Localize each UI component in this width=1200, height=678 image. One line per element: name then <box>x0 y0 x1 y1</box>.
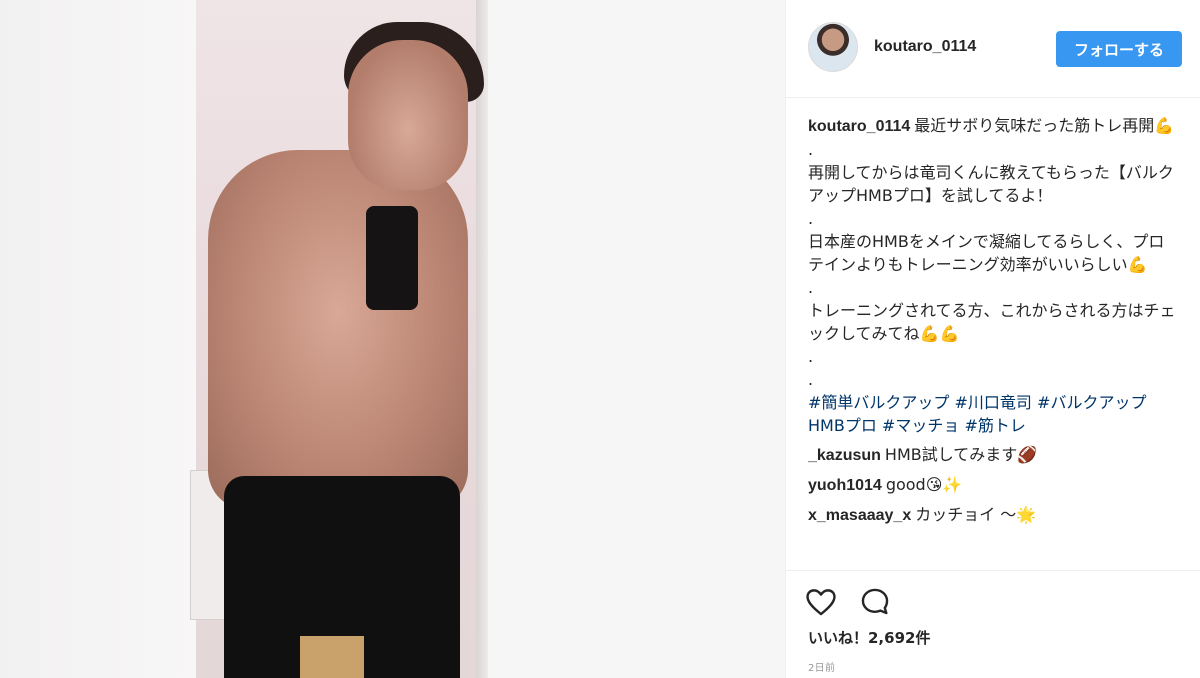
caption-line: 再開してからは竜司くんに教えてもらった【バルクアップHMBプロ】を試してるよ！ <box>808 163 1174 205</box>
caption-username[interactable]: koutaro_0114 <box>808 118 910 135</box>
comment-list[interactable]: koutaro_0114 最近サボり気味だった筋トレ再開💪 . 再開してからは竜司… <box>808 114 1180 570</box>
comment-username[interactable]: _kazusun <box>808 447 881 464</box>
post-side-panel: koutaro_0114 フォローする koutaro_0114 最近サボり気味だ… <box>786 0 1200 678</box>
avatar[interactable] <box>808 22 858 72</box>
comment-username[interactable]: x_masaaay_x <box>808 507 911 524</box>
post-header: koutaro_0114 フォローする <box>786 0 1200 98</box>
hashtag-link[interactable]: #川口竜司 <box>955 393 1032 412</box>
caption-line: 最近サボり気味だった筋トレ再開💪 <box>914 116 1175 135</box>
post-photo <box>0 0 786 678</box>
comment-text: HMB試してみます🏈 <box>884 445 1038 464</box>
post-username[interactable]: koutaro_0114 <box>874 38 976 56</box>
comment-item: _kazusun HMB試してみます🏈 <box>808 443 1180 467</box>
caption: koutaro_0114 最近サボり気味だった筋トレ再開💪 . 再開してからは竜司… <box>808 114 1180 437</box>
caption-line: . <box>808 209 814 228</box>
comment-item: yuoh1014 good😘✨ <box>808 473 1180 497</box>
like-count[interactable]: いいね！2,692件 <box>808 627 930 648</box>
comment-username[interactable]: yuoh1014 <box>808 477 882 494</box>
comment-text: good😘✨ <box>885 475 963 494</box>
caption-line: . <box>808 140 814 159</box>
post-timestamp: 2日前 <box>808 663 836 674</box>
caption-line: . <box>808 347 814 366</box>
post-actions: いいね！2,692件 2日前 <box>786 570 1200 678</box>
caption-line: . <box>808 370 814 389</box>
caption-line: トレーニングされてる方、これからされる方はチェックしてみてね💪💪 <box>808 301 1176 343</box>
follow-button[interactable]: フォローする <box>1056 31 1182 67</box>
caption-line: . <box>808 278 814 297</box>
hashtag-link[interactable]: #マッチョ <box>882 416 959 435</box>
hashtag-list: #簡単バルクアップ #川口竜司 #バルクアップHMBプロ #マッチョ #筋トレ <box>808 391 1180 437</box>
caption-line: 日本産のHMBをメインで凝縮してるらしく、プロテインよりもトレーニング効率がいい… <box>808 232 1165 274</box>
hashtag-link[interactable]: #簡単バルクアップ <box>808 393 949 412</box>
speech-bubble-icon[interactable] <box>858 585 892 619</box>
hashtag-link[interactable]: #筋トレ <box>964 416 1025 435</box>
heart-outline-icon[interactable] <box>804 585 838 619</box>
comment-text: カッチョイ 〜🌟 <box>915 505 1037 524</box>
comment-item: x_masaaay_x カッチョイ 〜🌟 <box>808 503 1180 527</box>
